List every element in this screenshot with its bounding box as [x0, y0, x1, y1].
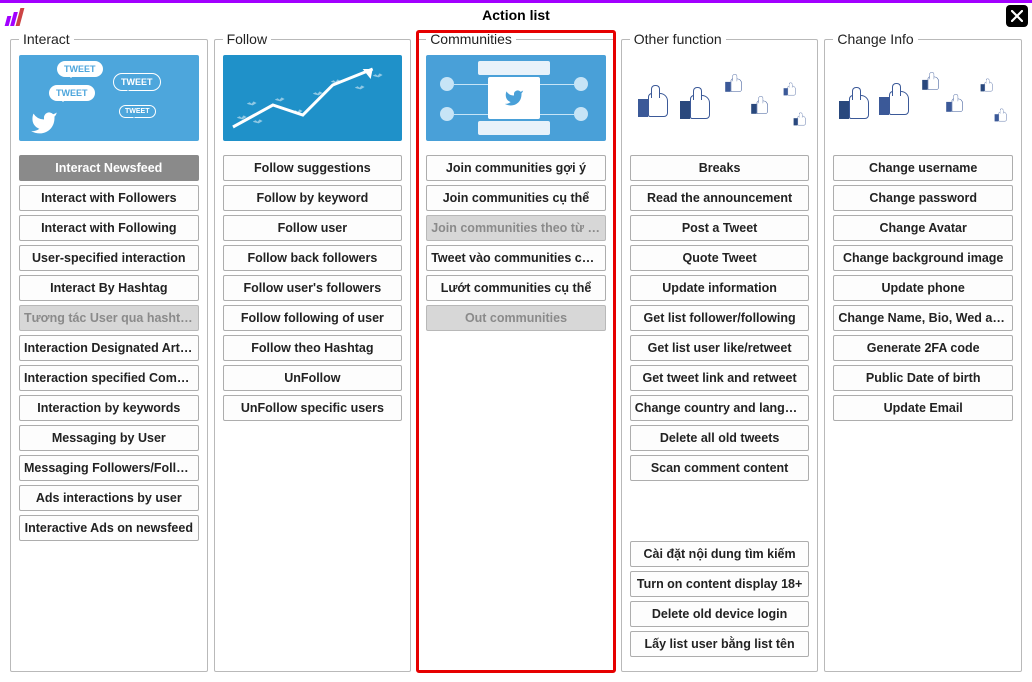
content-area: Interact TWEET TWEET TWEET TWEET Interac…	[0, 31, 1032, 682]
other-extra-btn-2[interactable]: Delete old device login	[630, 601, 810, 627]
other-btn-7[interactable]: Get tweet link and retweet	[630, 365, 810, 391]
changeinfo-btn-1[interactable]: Change password	[833, 185, 1013, 211]
panel-communities: Communities Join communities gợi ýJoin c…	[417, 31, 615, 672]
other-gap	[630, 485, 810, 541]
follow-btn-8[interactable]: UnFollow specific users	[223, 395, 403, 421]
changeinfo-btn-6[interactable]: Generate 2FA code	[833, 335, 1013, 361]
interact-btn-6[interactable]: Interaction Designated Articles	[19, 335, 199, 361]
follow-btn-1[interactable]: Follow by keyword	[223, 185, 403, 211]
other-btn-9[interactable]: Delete all old tweets	[630, 425, 810, 451]
panel-other: Other function Breaks Read the announceme…	[621, 31, 819, 672]
follow-btn-4[interactable]: Follow user's followers	[223, 275, 403, 301]
other-extra-btn-3[interactable]: Lấy list user bằng list tên	[630, 631, 810, 657]
changeinfo-btn-2[interactable]: Change Avatar	[833, 215, 1013, 241]
other-btn-4[interactable]: Update information	[630, 275, 810, 301]
other-extra-btn-1[interactable]: Turn on content display 18+	[630, 571, 810, 597]
other-btn-8[interactable]: Change country and language	[630, 395, 810, 421]
hero-other-image	[630, 55, 810, 141]
close-icon	[1011, 10, 1023, 22]
communities-btn-2: Join communities theo từ khóa	[426, 215, 606, 241]
panel-interact-title: Interact	[19, 31, 74, 47]
panel-follow: Follow Follow suggestions Follow by keywo…	[214, 31, 412, 672]
other-extra-btn-0[interactable]: Cài đặt nội dung tìm kiếm	[630, 541, 810, 567]
other-btn-6[interactable]: Get list user like/retweet	[630, 335, 810, 361]
changeinfo-btn-5[interactable]: Change Name, Bio, Wed and ...	[833, 305, 1013, 331]
communities-btn-3[interactable]: Tweet vào communities cụ thể	[426, 245, 606, 271]
changeinfo-button-list: Change username Change password Change Ava…	[833, 155, 1013, 421]
interact-btn-1[interactable]: Interact with Followers	[19, 185, 199, 211]
changeinfo-btn-8[interactable]: Update Email	[833, 395, 1013, 421]
hero-follow-image	[223, 55, 403, 141]
panel-changeinfo-title: Change Info	[833, 31, 917, 47]
close-button[interactable]	[1006, 5, 1028, 27]
other-button-list-1: Breaks Read the announcement Post a Tweet Q…	[630, 155, 810, 481]
interact-btn-12[interactable]: Interactive Ads on newsfeed	[19, 515, 199, 541]
communities-btn-0[interactable]: Join communities gợi ý	[426, 155, 606, 181]
communities-btn-5: Out communities	[426, 305, 606, 331]
other-btn-1[interactable]: Read the announcement	[630, 185, 810, 211]
interact-btn-0[interactable]: Interact Newsfeed	[19, 155, 199, 181]
follow-btn-3[interactable]: Follow back followers	[223, 245, 403, 271]
interact-btn-4[interactable]: Interact By Hashtag	[19, 275, 199, 301]
window-title: Action list	[0, 7, 1032, 23]
follow-btn-2[interactable]: Follow user	[223, 215, 403, 241]
communities-btn-1[interactable]: Join communities cụ thể	[426, 185, 606, 211]
follow-button-list: Follow suggestions Follow by keyword Follo…	[223, 155, 403, 421]
changeinfo-btn-0[interactable]: Change username	[833, 155, 1013, 181]
hero-communities-image	[426, 55, 606, 141]
follow-btn-7[interactable]: UnFollow	[223, 365, 403, 391]
interact-btn-9[interactable]: Messaging by User	[19, 425, 199, 451]
other-btn-2[interactable]: Post a Tweet	[630, 215, 810, 241]
interact-btn-2[interactable]: Interact with Following	[19, 215, 199, 241]
panel-interact: Interact TWEET TWEET TWEET TWEET Interac…	[10, 31, 208, 672]
panel-changeinfo: Change Info Change username Change passwo…	[824, 31, 1022, 672]
panel-follow-title: Follow	[223, 31, 271, 47]
follow-btn-5[interactable]: Follow following of user	[223, 305, 403, 331]
interact-btn-3[interactable]: User-specified interaction	[19, 245, 199, 271]
communities-btn-4[interactable]: Lướt communities cụ thể	[426, 275, 606, 301]
app-logo-icon	[6, 8, 22, 26]
hero-interact-image: TWEET TWEET TWEET TWEET	[19, 55, 199, 141]
panel-communities-title: Communities	[426, 31, 516, 47]
panel-other-title: Other function	[630, 31, 726, 47]
other-button-list-2: Cài đặt nội dung tìm kiếm Turn on content…	[630, 541, 810, 657]
hero-changeinfo-image	[833, 55, 1013, 141]
other-btn-0[interactable]: Breaks	[630, 155, 810, 181]
interact-btn-11[interactable]: Ads interactions by user	[19, 485, 199, 511]
other-btn-3[interactable]: Quote Tweet	[630, 245, 810, 271]
other-btn-10[interactable]: Scan comment content	[630, 455, 810, 481]
communities-button-list: Join communities gợi ý Join communities c…	[426, 155, 606, 331]
changeinfo-btn-3[interactable]: Change background image	[833, 245, 1013, 271]
interact-btn-8[interactable]: Interaction by keywords	[19, 395, 199, 421]
interact-btn-5: Tương tác User qua hashtag	[19, 305, 199, 331]
title-bar: Action list	[0, 3, 1032, 31]
changeinfo-btn-7[interactable]: Public Date of birth	[833, 365, 1013, 391]
follow-btn-6[interactable]: Follow theo Hashtag	[223, 335, 403, 361]
interact-button-list: Interact Newsfeed Interact with Followers…	[19, 155, 199, 541]
interact-btn-10[interactable]: Messaging Followers/Followi...	[19, 455, 199, 481]
other-btn-5[interactable]: Get list follower/following	[630, 305, 810, 331]
follow-btn-0[interactable]: Follow suggestions	[223, 155, 403, 181]
changeinfo-btn-4[interactable]: Update phone	[833, 275, 1013, 301]
interact-btn-7[interactable]: Interaction specified Comment	[19, 365, 199, 391]
